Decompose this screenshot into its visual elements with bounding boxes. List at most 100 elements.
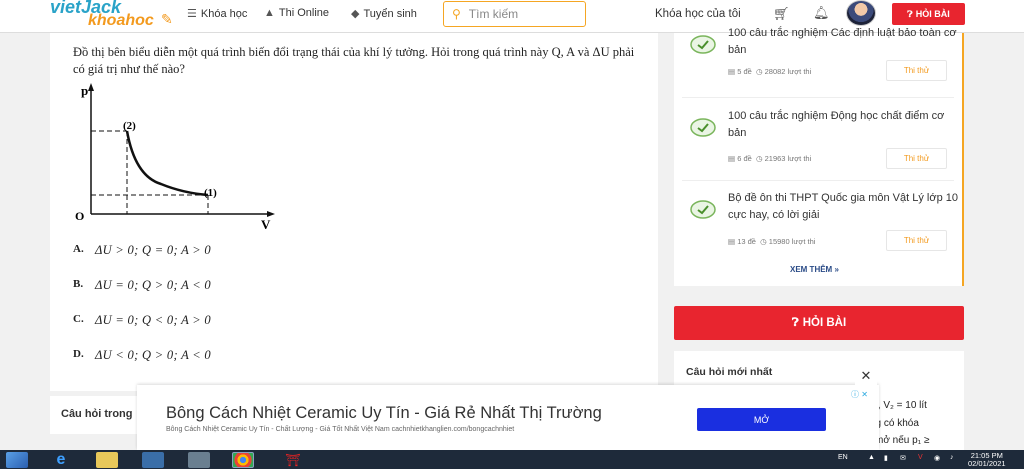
menu-icon: ☰ bbox=[187, 8, 197, 20]
media-icon[interactable] bbox=[142, 452, 164, 468]
exam-item-title: 100 câu trắc nghiệm Các định luật bảo to… bbox=[728, 27, 957, 56]
divider bbox=[682, 180, 954, 181]
answer-b-label: B. bbox=[73, 278, 84, 290]
bell-icon[interactable]: 🔔︎ bbox=[813, 5, 830, 21]
check-badge-icon bbox=[690, 118, 716, 137]
cart-icon[interactable]: 🛒︎ bbox=[773, 6, 790, 22]
exam-item-meta: ▤ 13 đề ◷ 15980 lượt thi bbox=[728, 237, 815, 246]
answer-a-expr: ΔU > 0; Q = 0; A > 0 bbox=[95, 243, 211, 257]
origin-label: O bbox=[75, 209, 84, 223]
search-input[interactable]: ⚲ Tìm kiếm bbox=[443, 1, 586, 27]
check-badge-icon bbox=[690, 35, 716, 54]
point2-label: (2) bbox=[123, 120, 136, 132]
site-logo[interactable]: vietJack khoahoc ✎ bbox=[50, 0, 175, 31]
question-panel: Đồ thị bên biểu diễn một quá trình biến … bbox=[50, 33, 658, 391]
ad-title[interactable]: Bông Cách Nhiệt Ceramic Uy Tín - Giá Rẻ … bbox=[166, 404, 602, 423]
network-icon[interactable]: ▮ bbox=[884, 454, 888, 462]
answer-a[interactable]: A. ΔU > 0; Q = 0; A > 0 bbox=[73, 243, 211, 278]
volume-icon[interactable]: ♪ bbox=[950, 454, 954, 461]
exam-item-docs: 13 đề bbox=[737, 237, 756, 246]
x-axis-label: V bbox=[261, 217, 271, 231]
divider bbox=[682, 97, 954, 98]
exam-item-meta: ▤ 5 đề ◷ 28082 lượt thi bbox=[728, 67, 811, 76]
nav-online-test-label: Thi Online bbox=[278, 7, 330, 19]
app-icon[interactable]: ⛩ bbox=[282, 452, 304, 468]
check-badge-icon bbox=[690, 200, 716, 219]
ad-open-button[interactable]: MỞ bbox=[697, 408, 826, 431]
windows-taskbar: e ⛩ EN ▲ ▮ ✉ V ◉ ♪ 21:05 PM 02/01/2021 bbox=[0, 450, 1024, 469]
doc-icon: ▤ bbox=[728, 154, 736, 163]
answer-list: A. ΔU > 0; Q = 0; A > 0 B. ΔU = 0; Q > 0… bbox=[73, 243, 211, 383]
point1-label: (1) bbox=[204, 187, 217, 199]
clock-icon: ◷ bbox=[760, 237, 767, 246]
related-title: Câu hỏi trong bbox=[61, 408, 133, 420]
adchoices-icon[interactable]: ⓘ ✕ bbox=[851, 389, 868, 400]
close-icon[interactable]: ✕ bbox=[855, 367, 877, 385]
logo-text-bottom: khoahoc bbox=[88, 12, 154, 29]
nav-admissions[interactable]: ◆ Tuyển sinh bbox=[351, 7, 417, 21]
ask-question-sidebar-label: HỎI BÀI bbox=[802, 317, 847, 329]
answer-c[interactable]: C. ΔU = 0; Q < 0; A > 0 bbox=[73, 313, 211, 348]
try-exam-button[interactable]: Thi thử bbox=[886, 148, 947, 169]
exam-item-meta: ▤ 6 đề ◷ 21963 lượt thi bbox=[728, 154, 811, 163]
exam-item-views: 28082 lượt thi bbox=[764, 67, 812, 76]
antivirus-icon[interactable]: V bbox=[918, 454, 923, 461]
start-icon[interactable] bbox=[6, 452, 28, 468]
doc-icon: ▤ bbox=[728, 237, 736, 246]
nav-online-test[interactable]: ▲ Thi Online bbox=[264, 7, 329, 19]
clock-date: 02/01/2021 bbox=[968, 459, 1006, 468]
search-placeholder: Tìm kiếm bbox=[468, 7, 519, 21]
y-axis-label: p bbox=[81, 83, 88, 98]
isotherm-curve bbox=[125, 130, 209, 197]
question-icon: ❓︎ bbox=[791, 316, 799, 329]
exam-item-views: 15980 lượt thi bbox=[768, 237, 816, 246]
exam-item-docs: 6 đề bbox=[737, 154, 752, 163]
chrome-icon[interactable] bbox=[232, 452, 254, 468]
newest-title: Câu hỏi mới nhất bbox=[686, 366, 773, 378]
graduation-cap-icon: ▲ bbox=[264, 7, 275, 19]
ask-question-sidebar-button[interactable]: ❓︎ HỎI BÀI bbox=[674, 306, 964, 340]
my-courses-link[interactable]: Khóa học của tôi bbox=[655, 8, 741, 20]
answer-a-label: A. bbox=[73, 243, 84, 255]
answer-b[interactable]: B. ΔU = 0; Q > 0; A < 0 bbox=[73, 278, 211, 313]
ask-question-button[interactable]: ❓︎ HỎI BÀI bbox=[892, 3, 965, 25]
answer-d-expr: ΔU < 0; Q > 0; A < 0 bbox=[95, 348, 211, 362]
pv-graph: p V O (2) (1) bbox=[75, 83, 275, 231]
clock-icon: ◷ bbox=[755, 154, 763, 163]
ask-question-label: HỎI BÀI bbox=[915, 9, 950, 19]
answer-d[interactable]: D. ΔU < 0; Q > 0; A < 0 bbox=[73, 348, 211, 383]
question-icon: ❓︎ bbox=[907, 8, 913, 19]
y-axis-arrow bbox=[88, 83, 94, 91]
sidebar-exam-list: 100 câu trắc nghiệm Các định luật bảo to… bbox=[674, 27, 964, 286]
ad-subtitle: Bông Cách Nhiệt Ceramic Uy Tín - Chất Lư… bbox=[166, 426, 515, 433]
notification-icon[interactable]: ✉ bbox=[900, 454, 906, 462]
exam-item-title: 100 câu trắc nghiệm Động học chất điểm c… bbox=[728, 110, 945, 139]
pencil-icon: ✎ bbox=[161, 11, 173, 27]
doc-icon: ▤ bbox=[728, 67, 736, 76]
nav-courses[interactable]: ☰ Khóa học bbox=[187, 7, 248, 21]
avatar[interactable] bbox=[846, 0, 876, 26]
try-exam-button[interactable]: Thi thử bbox=[886, 230, 947, 251]
tray-up-icon[interactable]: ▲ bbox=[868, 454, 875, 461]
try-exam-button[interactable]: Thi thử bbox=[886, 60, 947, 81]
answer-d-label: D. bbox=[73, 348, 84, 360]
exam-item-views: 21963 lượt thi bbox=[764, 154, 812, 163]
nav-courses-label: Khóa học bbox=[200, 7, 248, 20]
ad-banner[interactable]: ✕ ⓘ ✕ Bông Cách Nhiệt Ceramic Uy Tín - G… bbox=[137, 367, 879, 450]
nav-admissions-label: Tuyển sinh bbox=[363, 7, 417, 20]
ie-icon[interactable]: e bbox=[50, 452, 72, 468]
answer-c-expr: ΔU = 0; Q < 0; A > 0 bbox=[95, 313, 211, 327]
question-text: Đồ thị bên biểu diễn một quá trình biến … bbox=[73, 45, 635, 76]
exam-item-docs: 5 đề bbox=[737, 67, 752, 76]
language-indicator[interactable]: EN bbox=[838, 454, 848, 461]
answer-c-label: C. bbox=[73, 313, 84, 325]
clock[interactable]: 21:05 PM 02/01/2021 bbox=[968, 452, 1006, 468]
paint-icon[interactable] bbox=[188, 452, 210, 468]
exam-item-title: Bộ đề ôn thi THPT Quốc gia môn Vật Lý lớ… bbox=[728, 192, 958, 221]
chrome-tray-icon[interactable]: ◉ bbox=[934, 454, 940, 462]
see-more-link[interactable]: XEM THÊM » bbox=[790, 265, 839, 274]
cap-icon: ◆ bbox=[351, 8, 360, 20]
clock-icon: ◷ bbox=[755, 67, 763, 76]
folder-icon[interactable] bbox=[96, 452, 118, 468]
search-icon: ⚲ bbox=[452, 7, 461, 21]
